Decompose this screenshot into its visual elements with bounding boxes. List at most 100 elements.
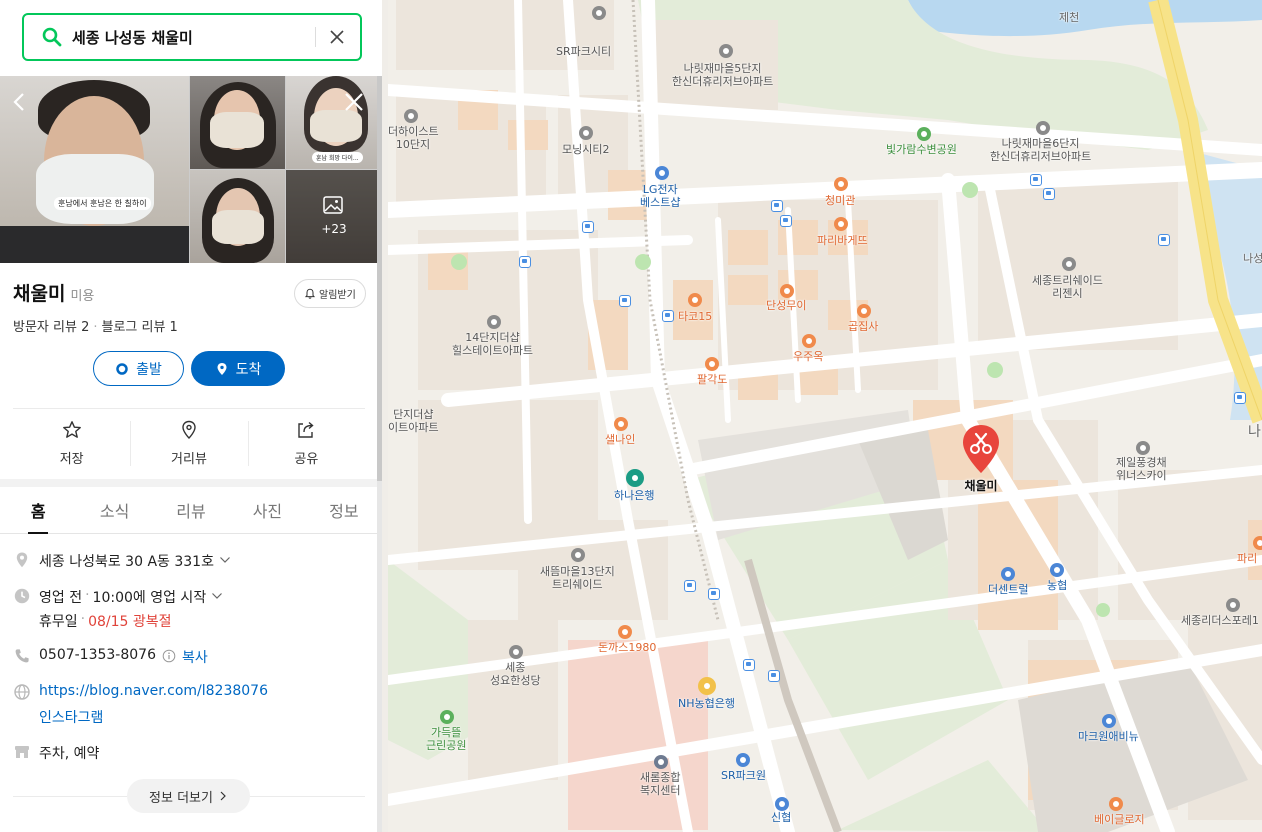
bus-stop-icon[interactable] [743,659,755,671]
apartment-icon[interactable] [579,126,593,140]
bus-stop-icon[interactable] [1234,392,1246,404]
apartment-icon[interactable] [404,109,418,123]
instagram-link[interactable]: 인스타그램 [39,707,103,727]
restaurant-icon[interactable] [780,284,794,298]
map-label[interactable]: 우주옥 [793,350,823,363]
park-icon[interactable] [917,127,931,141]
restaurant-icon[interactable] [857,304,871,318]
copy-phone-button[interactable]: 복사 [182,647,208,667]
bus-stop-icon[interactable] [708,588,720,600]
map-label[interactable]: 새롬종합 복지센터 [640,771,680,797]
map-label[interactable]: 팔각도 [697,373,727,386]
tab-home[interactable]: 홈 [0,487,76,534]
map-label[interactable]: 새뜸마을13단지 트리쉐이드 [540,565,615,591]
photo-thumb[interactable] [190,76,285,169]
map-label[interactable]: 더하이스트 10단지 [388,125,439,151]
map-label[interactable]: 곱집사 [848,320,878,333]
bus-stop-icon[interactable] [1043,188,1055,200]
bank-icon[interactable] [626,469,644,487]
photo-thumb[interactable] [190,170,285,263]
close-icon[interactable] [342,90,366,114]
selected-place-pin[interactable] [961,423,1001,475]
map-label[interactable]: 세종리더스포레1 [1181,614,1259,627]
building-icon[interactable] [736,753,750,767]
bank-icon[interactable] [1050,563,1064,577]
bus-stop-icon[interactable] [684,580,696,592]
bus-stop-icon[interactable] [1030,174,1042,186]
tab-photos[interactable]: 사진 [229,487,305,533]
bus-stop-icon[interactable] [771,200,783,212]
park-icon[interactable] [440,710,454,724]
restaurant-icon[interactable] [802,334,816,348]
map-label[interactable]: LG전자 베스트샵 [640,183,680,209]
address-row[interactable]: 세종 나성북로 30 A동 331호 [13,551,231,571]
tab-news[interactable]: 소식 [76,487,152,533]
restaurant-icon[interactable] [614,417,628,431]
photo-thumb[interactable]: 훈남 희망 다이... [286,76,382,169]
info-icon[interactable] [162,649,176,663]
map-label[interactable]: 농협 [1047,579,1067,592]
map-label[interactable]: 단성무이 [766,299,806,312]
phone-number[interactable]: 0507-1353-8076 [39,647,156,663]
bus-stop-icon[interactable] [519,256,531,268]
street-view-button[interactable]: 거리뷰 [130,409,247,477]
map-label[interactable]: 마크원애비뉴 [1078,730,1139,743]
apartment-icon[interactable] [487,315,501,329]
search-box[interactable]: 세종 나성동 채울미 [22,13,362,61]
bank-icon[interactable] [698,677,716,695]
map-label[interactable]: 베이글로지 [1094,813,1145,826]
map-label[interactable]: 나릿재마을5단지 한신더휴리저브아파트 [672,62,773,88]
map-label[interactable]: SR파크시티 [556,45,611,58]
selected-place-label[interactable]: 채울미 [948,477,1014,494]
apartment-icon[interactable] [592,6,606,20]
apartment-icon[interactable] [1036,121,1050,135]
map-label[interactable]: 14단지더샵 힐스테이트아파트 [452,331,533,357]
map-label[interactable]: 파리 [1237,552,1257,565]
bank-icon[interactable] [775,797,789,811]
map-label[interactable]: 제일풍경채 위너스카이 [1116,456,1167,482]
apartment-icon[interactable] [1062,257,1076,271]
map-label[interactable]: 모닝시티2 [562,143,609,156]
directions-start-button[interactable]: 출발 [93,351,184,386]
map-label[interactable]: 더센트럴 [988,583,1028,596]
community-center-icon[interactable] [654,755,668,769]
blog-review-link[interactable]: 블로그 리뷰 1 [101,320,177,335]
save-button[interactable]: 저장 [13,409,130,477]
map-label[interactable]: 신협 [771,811,791,824]
map-label[interactable]: 세종트리쉐이드 리젠시 [1032,274,1103,300]
bus-stop-icon[interactable] [619,295,631,307]
apartment-icon[interactable] [571,548,585,562]
map-canvas[interactable]: SR파크시티 나릿재마을5단지 한신더휴리저브아파트 제천 더하이스트 10단지… [388,0,1262,832]
clear-search-icon[interactable] [328,28,346,46]
apartment-icon[interactable] [719,44,733,58]
apartment-icon[interactable] [1226,598,1240,612]
scrollbar-thumb[interactable] [377,76,382,481]
map-label[interactable]: 빛가람수변공원 [886,143,957,156]
bank-icon[interactable] [1001,567,1015,581]
restaurant-icon[interactable] [705,357,719,371]
church-icon[interactable] [509,645,523,659]
map-label[interactable]: NH농협은행 [678,697,735,710]
bus-stop-icon[interactable] [662,310,674,322]
map-label[interactable]: 청미관 [825,194,855,207]
restaurant-icon[interactable] [688,293,702,307]
restaurant-icon[interactable] [618,625,632,639]
map-label[interactable]: 타코15 [678,310,712,323]
restaurant-icon[interactable] [834,177,848,191]
store-icon[interactable] [655,166,669,180]
map-label[interactable]: 샐나인 [605,433,635,446]
alarm-button[interactable]: 알림받기 [294,279,366,308]
tab-reviews[interactable]: 리뷰 [153,487,229,533]
map-label[interactable]: 하나은행 [614,489,654,502]
photo-gallery[interactable]: 훈남에서 훈남은 한 칠하이 훈남 희망 다이... +23 [0,76,382,263]
map-label[interactable]: 돈까스1980 [598,641,656,654]
apartment-icon[interactable] [1136,441,1150,455]
bus-stop-icon[interactable] [780,215,792,227]
map-label[interactable]: 세종 성요한성당 [490,661,541,687]
blog-link[interactable]: https://blog.naver.com/l8238076 [39,683,268,699]
photo-prev-icon[interactable] [8,90,32,114]
hours-row[interactable]: 영업 전 · 10:00에 영업 시작 [13,587,223,607]
building-icon[interactable] [1102,714,1116,728]
more-info-button[interactable]: 정보 더보기 [127,779,250,813]
photo-more-tile[interactable]: +23 [286,170,382,263]
